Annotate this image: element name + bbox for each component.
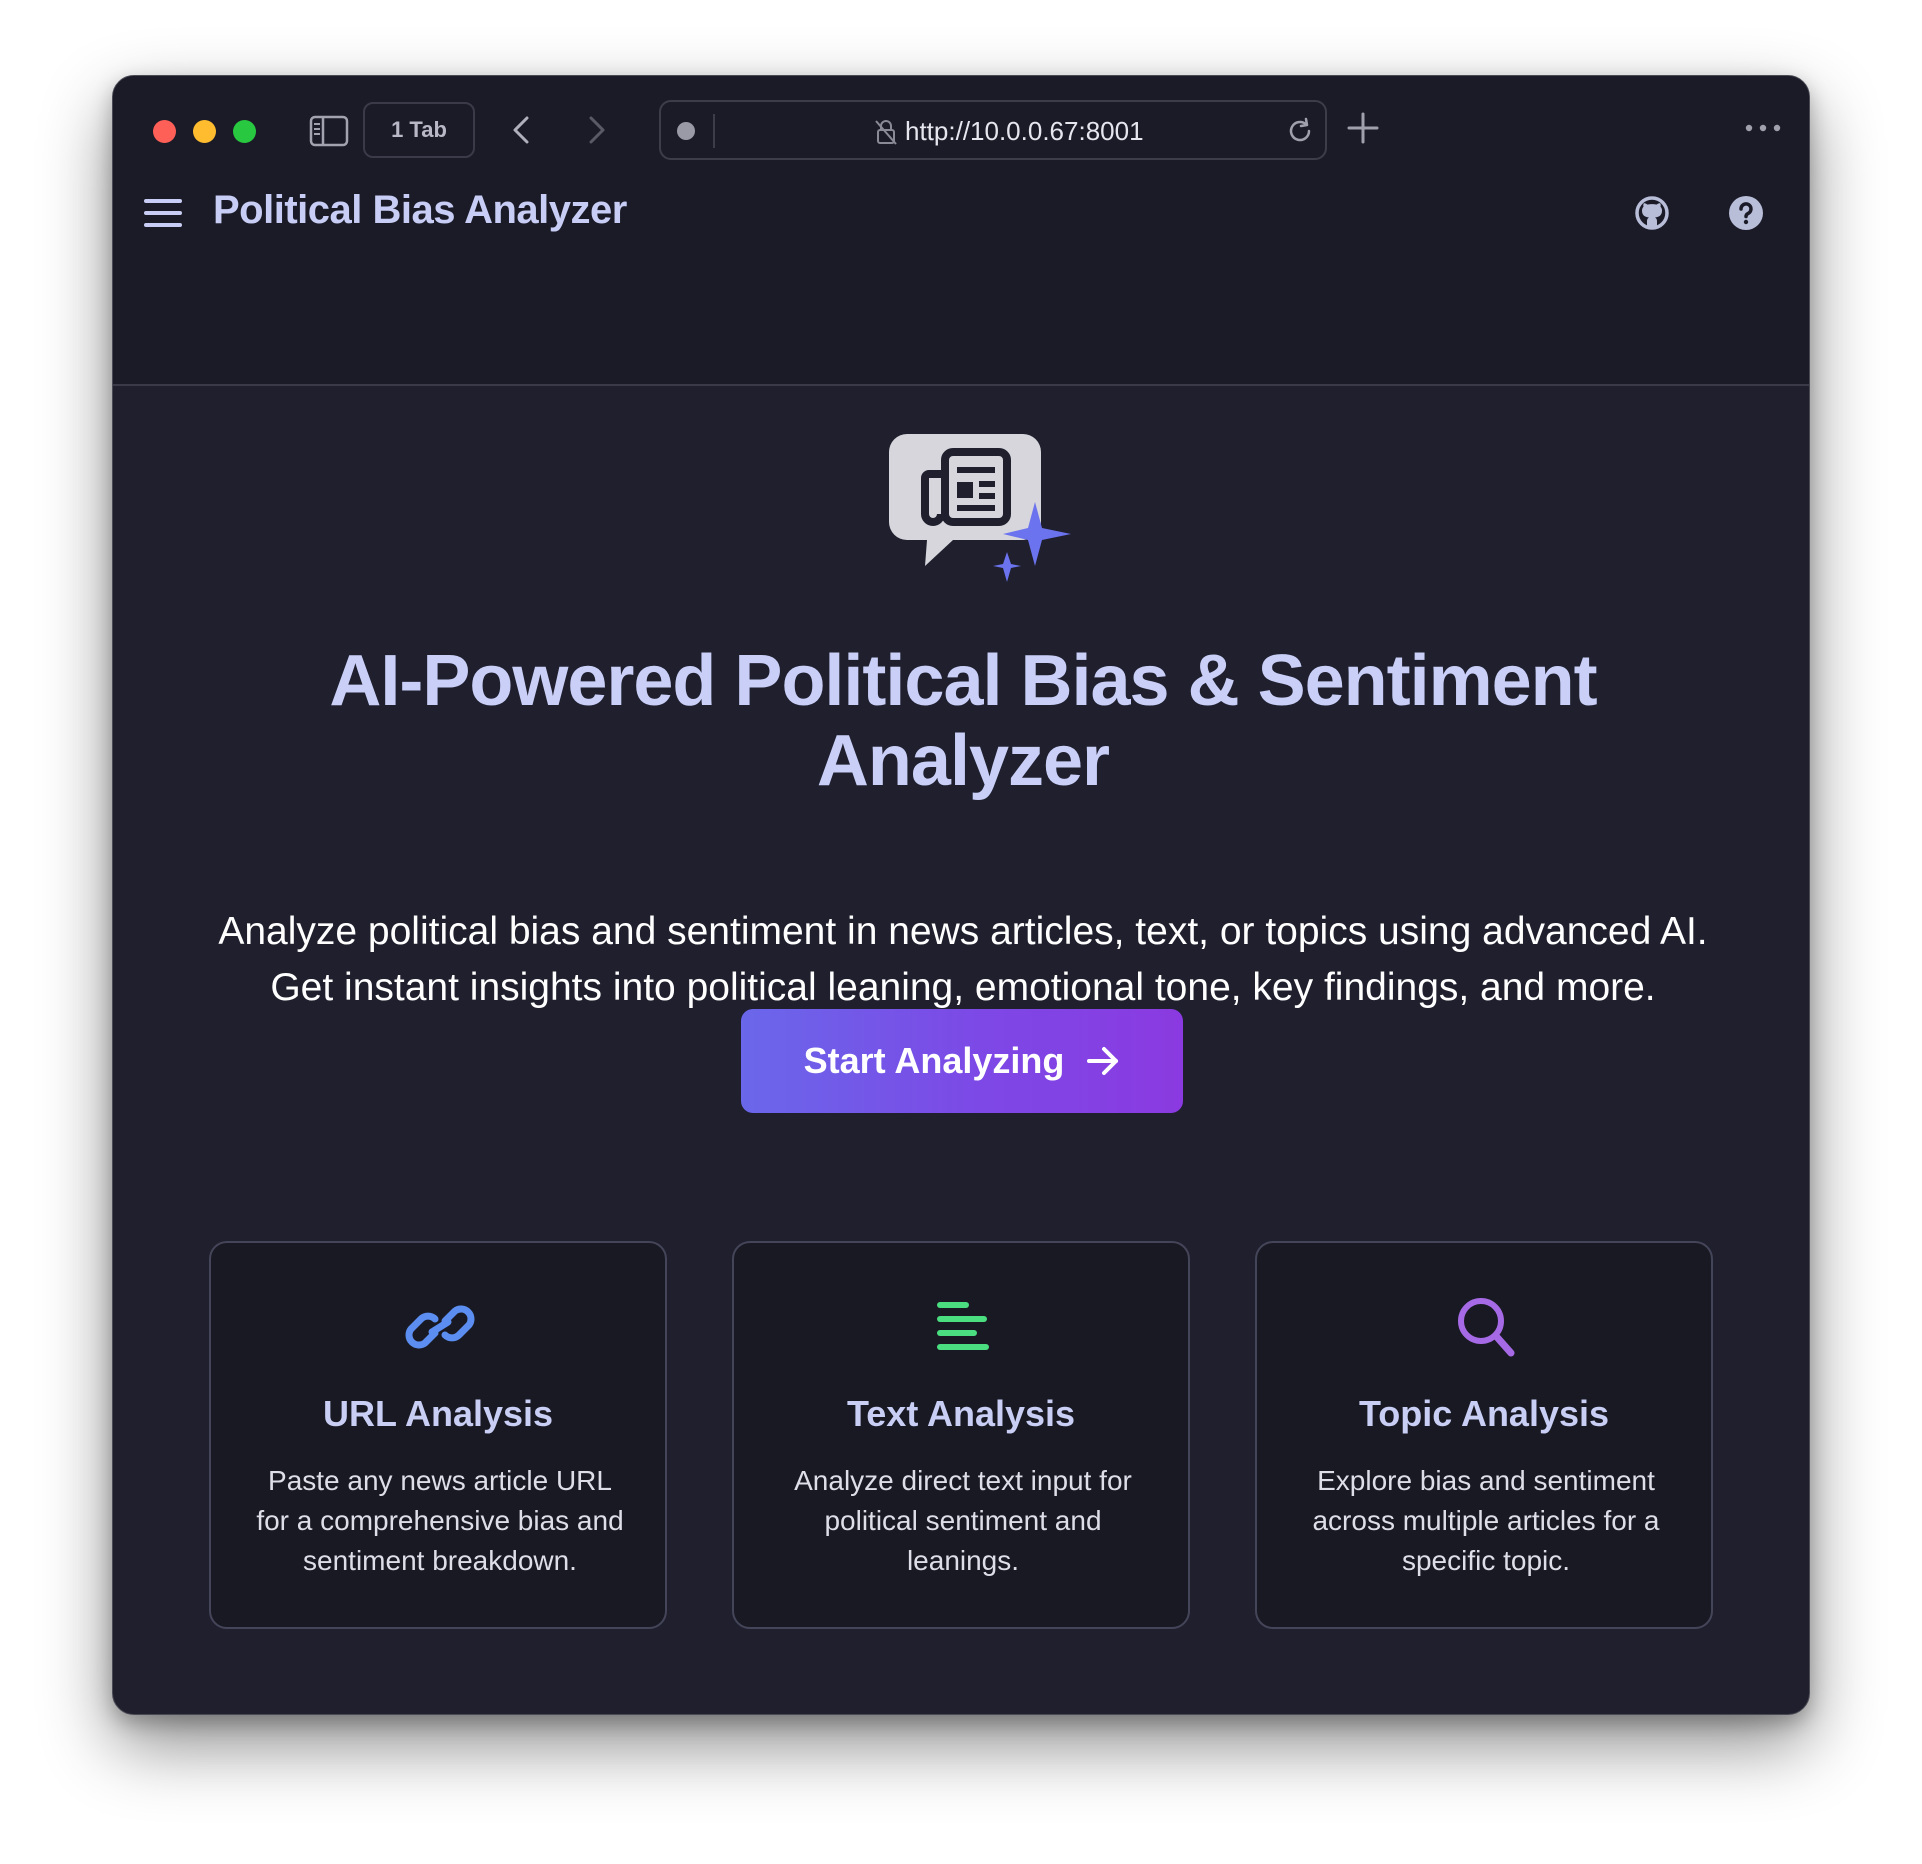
browser-toolbar: 1 Tab http://10.0.0.67:8001 xyxy=(113,76,1809,182)
search-icon xyxy=(1458,1298,1515,1357)
address-bar-url[interactable]: http://10.0.0.67:8001 xyxy=(905,116,1144,146)
hero-subtitle-line-2: Get instant insights into political lean… xyxy=(270,966,1656,1009)
back-arrow-icon[interactable] xyxy=(505,112,541,148)
app-title: Political Bias Analyzer xyxy=(213,188,627,232)
hero-subtitle-line-1: Analyze political bias and sentiment in … xyxy=(218,910,1708,953)
github-icon[interactable] xyxy=(1633,194,1671,232)
hero-title: AI-Powered Political Bias & Sentiment An… xyxy=(329,641,1597,801)
hero-subtitle: Analyze political bias and sentiment in … xyxy=(193,904,1733,1016)
zoom-window-button[interactable] xyxy=(233,120,256,143)
text-lines-icon xyxy=(937,1302,989,1350)
hamburger-menu-icon[interactable] xyxy=(143,196,183,230)
card-title: URL Analysis xyxy=(322,1393,554,1434)
browser-window: 1 Tab http://10.0.0.67:8001 Political Bi… xyxy=(112,75,1810,1715)
insecure-lock-icon[interactable] xyxy=(873,118,899,146)
feature-card-text-analysis[interactable]: Text Analysis Analyze direct text input … xyxy=(732,1241,1190,1629)
start-analyzing-label: Start Analyzing xyxy=(803,1040,1065,1081)
arrow-right-icon xyxy=(1087,1047,1119,1075)
card-title: Text Analysis xyxy=(846,1393,1076,1434)
newspaper-chat-sparkle-icon xyxy=(889,434,1071,582)
new-tab-plus-icon[interactable] xyxy=(1343,108,1383,148)
tab-overview-button[interactable]: 1 Tab xyxy=(363,102,475,158)
start-analyzing-button[interactable]: Start Analyzing xyxy=(741,1009,1183,1113)
close-window-button[interactable] xyxy=(153,120,176,143)
address-bar-divider xyxy=(713,114,715,148)
card-description: Explore bias and sentiment across multip… xyxy=(1312,1465,1660,1576)
feature-card-topic-analysis[interactable]: Topic Analysis Explore bias and sentimen… xyxy=(1255,1241,1713,1629)
more-options-icon[interactable] xyxy=(1743,120,1783,136)
address-bar[interactable]: http://10.0.0.67:8001 xyxy=(659,100,1327,160)
card-description: Analyze direct text input for political … xyxy=(794,1465,1132,1576)
feature-card-url-analysis[interactable]: URL Analysis Paste any news article URL … xyxy=(209,1241,667,1629)
card-description: Paste any news article URL for a compreh… xyxy=(256,1465,624,1576)
link-icon xyxy=(405,1305,475,1349)
site-status-dot-icon xyxy=(677,122,695,140)
reload-icon[interactable] xyxy=(1285,116,1315,146)
sidebar-toggle-icon[interactable] xyxy=(309,114,349,148)
minimize-window-button[interactable] xyxy=(193,120,216,143)
forward-arrow-icon[interactable] xyxy=(577,112,613,148)
help-question-icon[interactable] xyxy=(1727,194,1765,232)
card-title: Topic Analysis xyxy=(1358,1393,1610,1434)
